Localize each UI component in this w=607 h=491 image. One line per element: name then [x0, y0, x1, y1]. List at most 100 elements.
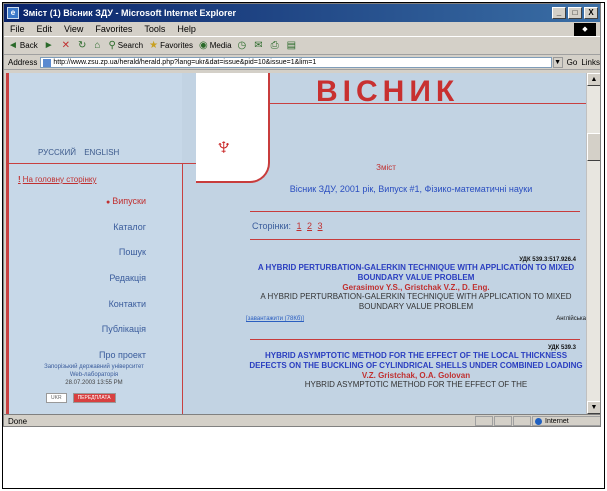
stop-icon: ✕	[61, 40, 70, 51]
article-item: УДК 539.3 HYBRID ASYMPTOTIC METHOD FOR T…	[246, 345, 586, 390]
search-icon: ⚲	[108, 40, 116, 51]
menu-file[interactable]: File	[10, 24, 25, 34]
article-meta-row: [завантажити (78Кб)] Англійська	[246, 316, 586, 323]
sidebar-red-rule	[6, 163, 198, 164]
footer-lab: Web-лабораторія	[69, 372, 119, 378]
media-button[interactable]: ◉ Media	[199, 40, 232, 51]
search-label: Search	[117, 41, 144, 50]
print-button[interactable]: ⎙	[271, 40, 281, 51]
sidebar-footer: Запорізький державний університет Web-ла…	[10, 363, 178, 387]
close-button[interactable]: X	[584, 7, 598, 19]
stop-button[interactable]: ✕	[62, 40, 72, 51]
home-icon: ⌂	[94, 40, 101, 51]
pagination-bottom-rule	[250, 239, 580, 240]
article-title-original: HYBRID ASYMPTOTIC METHOD FOR THE EFFECT …	[304, 380, 528, 389]
media-label: Media	[209, 41, 232, 50]
nav-search[interactable]: Пошук	[6, 247, 182, 257]
address-dropdown[interactable]: ▼	[552, 56, 563, 68]
windows-logo-icon: ◆	[574, 22, 596, 36]
menu-view[interactable]: View	[64, 24, 83, 34]
forward-arrow-icon: ►	[43, 40, 54, 51]
page-link-2[interactable]: 2	[307, 221, 312, 231]
menu-bar: File Edit View Favorites Tools Help ◆	[4, 22, 600, 37]
article-title-link[interactable]: A HYBRID PERTURBATION-GALERKIN TECHNIQUE…	[246, 263, 586, 283]
menu-help[interactable]: Help	[177, 24, 196, 34]
vertical-scrollbar[interactable]: ▲ ▼	[586, 73, 600, 414]
page-viewport: ♆ ВІСНИК РУССКИЙ ENGLISH ! На головну сто…	[6, 73, 586, 414]
status-segment	[513, 416, 531, 426]
minimize-button[interactable]: _	[552, 7, 566, 19]
refresh-button[interactable]: ↻	[78, 40, 88, 51]
sidebar-buttons: UKR ПЕРЕДПЛАТА	[46, 393, 116, 403]
article-title-original: A HYBRID PERTURBATION-GALERKIN TECHNIQUE…	[260, 292, 572, 311]
contents-heading: Зміст	[376, 163, 396, 172]
back-button[interactable]: ◄ Back	[8, 40, 38, 51]
star-icon: ★	[149, 40, 159, 51]
maximize-button[interactable]: □	[568, 7, 582, 19]
status-bar: Done Internet	[4, 414, 600, 426]
page-link-1[interactable]: 1	[296, 221, 301, 231]
nav-catalog[interactable]: Каталог	[6, 222, 182, 232]
title-bar: e Зміст (1) Вісник ЗДУ - Microsoft Inter…	[4, 4, 600, 22]
home-link-label: На головну сторінку	[22, 175, 97, 184]
history-icon: ◷	[237, 40, 247, 51]
favorites-label: Favorites	[160, 41, 193, 50]
language-switch: РУССКИЙ ENGLISH	[38, 148, 125, 157]
nav-about[interactable]: Про проект	[6, 350, 182, 360]
issue-top-rule	[250, 211, 580, 212]
links-button[interactable]: Links	[581, 58, 600, 67]
lang-russian-link[interactable]: РУССКИЙ	[38, 148, 76, 157]
nav-publication[interactable]: Публікація	[6, 324, 182, 334]
issue-title: Вісник ЗДУ, 2001 рік, Випуск #1, Фізико-…	[289, 184, 533, 194]
mail-icon: ✉	[254, 40, 263, 51]
menu-favorites[interactable]: Favorites	[95, 24, 132, 34]
status-segment	[494, 416, 512, 426]
pages-label: Сторінки:	[252, 221, 291, 231]
footer-org: Запорізький державний університет	[44, 364, 144, 370]
address-bar: Address http://www.zsu.zp.ua/herald/hera…	[4, 55, 600, 70]
home-button[interactable]: ⌂	[94, 40, 102, 51]
home-link[interactable]: ! На головну сторінку	[18, 175, 97, 184]
pagination: Сторінки: 1 2 3	[252, 221, 323, 231]
scroll-up-arrow-icon[interactable]: ▲	[587, 73, 600, 86]
ukr-button[interactable]: UKR	[46, 393, 67, 403]
search-button[interactable]: ⚲ Search	[108, 40, 143, 51]
ie-icon: e	[7, 7, 19, 19]
article-language: Англійська	[556, 316, 586, 322]
address-label: Address	[8, 57, 38, 67]
sidebar-divider	[182, 163, 183, 414]
nav-issues[interactable]: Випуски	[6, 196, 182, 206]
menu-edit[interactable]: Edit	[37, 24, 53, 34]
lang-english-link[interactable]: ENGLISH	[84, 148, 119, 157]
masthead: ВІСНИК	[316, 75, 460, 108]
status-segment	[475, 416, 493, 426]
university-emblem-icon: ♆	[214, 131, 234, 161]
back-arrow-icon: ◄	[8, 40, 18, 51]
scroll-down-arrow-icon[interactable]: ▼	[587, 401, 600, 414]
toolbar: ◄ Back ► ✕ ↻ ⌂ ⚲ Search ★ Favorites ◉ Media …	[4, 37, 600, 55]
article-title-link[interactable]: HYBRID ASYMPTOTIC METHOD FOR THE EFFECT …	[246, 351, 586, 371]
mail-button[interactable]: ✉	[254, 40, 264, 51]
browser-window: e Зміст (1) Вісник ЗДУ - Microsoft Inter…	[3, 3, 601, 427]
window-title: Зміст (1) Вісник ЗДУ - Microsoft Interne…	[23, 8, 236, 18]
menu-tools[interactable]: Tools	[144, 24, 165, 34]
edit-button[interactable]: ▤	[287, 40, 298, 51]
security-zone: Internet	[532, 416, 600, 426]
article-separator	[250, 339, 580, 340]
print-icon: ⎙	[270, 40, 279, 51]
left-red-border	[6, 73, 9, 414]
nav-contacts[interactable]: Контакти	[6, 299, 182, 309]
forward-button[interactable]: ►	[44, 40, 56, 51]
status-text: Done	[8, 416, 28, 426]
nav-editorial[interactable]: Редакція	[6, 273, 182, 283]
subscribe-button[interactable]: ПЕРЕДПЛАТА	[72, 393, 116, 403]
edit-icon: ▤	[286, 40, 297, 51]
history-button[interactable]: ◷	[238, 40, 249, 51]
download-link[interactable]: [завантажити (78Кб)]	[246, 316, 304, 323]
go-button[interactable]: Go	[567, 58, 578, 67]
address-input[interactable]: http://www.zsu.zp.ua/herald/herald.php?l…	[40, 56, 552, 68]
scroll-thumb[interactable]	[587, 133, 600, 161]
page-link-3[interactable]: 3	[318, 221, 323, 231]
favorites-button[interactable]: ★ Favorites	[149, 40, 193, 51]
footer-date: 28.07.2003 13:55 PM	[65, 380, 123, 386]
